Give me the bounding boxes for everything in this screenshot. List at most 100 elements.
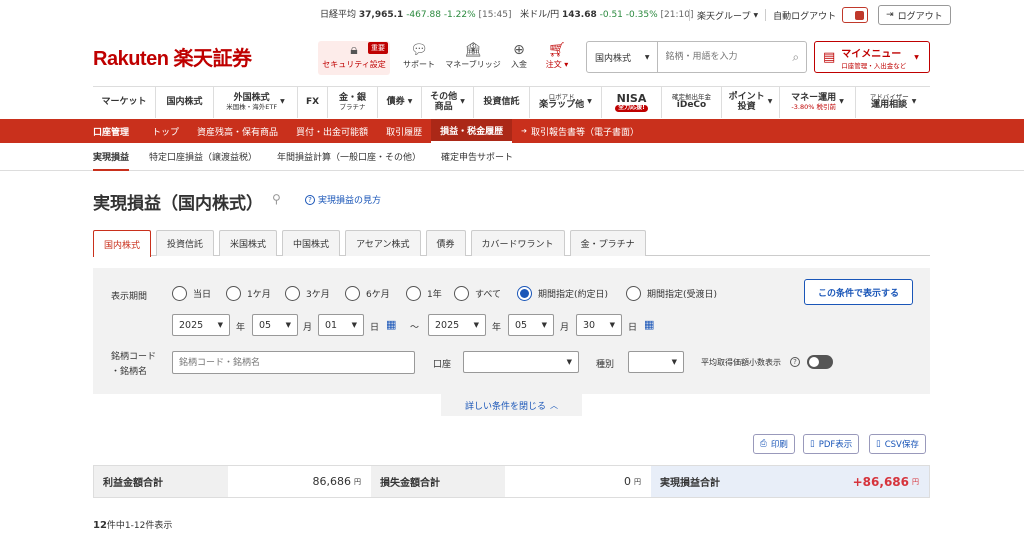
nav-other-products[interactable]: その他 商品 ▼ (421, 87, 473, 118)
subnav-realized-pl[interactable]: 実現損益 (93, 150, 130, 171)
product-tabs: 国内株式 投資信託 米国株式 中国株式 アセアン株式 債券 カバードワラント 金… (93, 230, 930, 257)
tab-china-stocks[interactable]: 中国株式 (282, 230, 341, 256)
subnav-specific-account[interactable]: 特定口座損益（譲渡益税） (149, 150, 257, 163)
type-select[interactable]: ▼ (628, 351, 684, 373)
apply-filter-button[interactable]: この条件で表示する (804, 279, 913, 305)
help-link-label: 実現損益の見方 (318, 196, 382, 206)
search-bar: 国内株式 ▼ ⌕ (586, 41, 807, 73)
to-month-select[interactable]: 05 ▼ (508, 314, 554, 336)
search-input[interactable] (657, 42, 786, 72)
decimal-display-label: 平均取得価額小数表示 (701, 358, 781, 367)
calendar-icon[interactable]: ▦ (644, 318, 658, 332)
account-management-title[interactable]: 口座管理 (93, 119, 143, 143)
page-title: 実現損益（国内株式） (93, 194, 263, 214)
arrow-right-icon: ➔ (521, 127, 527, 135)
redbar-top[interactable]: トップ (143, 119, 188, 143)
radio-1month[interactable]: 1ケ月 (226, 286, 271, 301)
radio-1year[interactable]: 1年 (406, 286, 442, 301)
lock-icon: 🔒︎ (350, 42, 358, 58)
nav-roboadvisor[interactable]: ロボアド 楽ラップ他 ▼ (529, 87, 601, 118)
printer-icon: ⎙ (760, 439, 767, 449)
security-label: セキュリティ設定 (322, 60, 386, 69)
from-month-select[interactable]: 05 ▼ (252, 314, 298, 336)
realized-total-value: +86,686 円 (791, 466, 929, 497)
top-right-controls: 楽天グループ ▼ 自動ログアウト ⇥ ログアウト (682, 5, 951, 25)
profit-total-value: 86,686 円 (228, 466, 371, 497)
document-icon: ▯ (876, 439, 881, 449)
nav-domestic-stocks[interactable]: 国内株式 (155, 87, 213, 118)
radio-today[interactable]: 当日 (172, 286, 211, 301)
redbar-reports[interactable]: ➔ 取引報告書等（電子書面） (512, 119, 648, 143)
document-icon: ▯ (810, 439, 815, 449)
bookmark-clip-icon[interactable]: ⚲ (272, 192, 281, 206)
usdjpy-value: 143.68 (562, 10, 597, 20)
market-select[interactable]: 国内株式 ▼ (587, 42, 658, 72)
chevron-down-icon: ▼ (753, 11, 759, 19)
result-range-text: 件中1-12件表示 (106, 521, 173, 531)
chevron-down-icon: ▼ (914, 53, 919, 61)
nav-point-investment[interactable]: ポイント 投資 ▼ (721, 87, 779, 118)
calendar-icon[interactable]: ▦ (386, 318, 400, 332)
radio-6months[interactable]: 6ケ月 (345, 286, 390, 301)
usdjpy-pct: -0.35% (625, 10, 658, 20)
nav-ideco[interactable]: 確定拠出年金 iDeCo (661, 87, 721, 118)
nav-market[interactable]: マーケット (93, 87, 155, 118)
collapse-conditions-button[interactable]: 詳しい条件を閉じる ︿ (441, 394, 582, 416)
subnav-annual-pl[interactable]: 年間損益計算（一般口座・その他） (277, 150, 421, 163)
year-unit: 年 (492, 323, 502, 333)
nav-money-management[interactable]: マネー運用 -3.80% 税引前 ▼ (779, 87, 855, 118)
account-select[interactable]: ▼ (463, 351, 579, 373)
help-link[interactable]: ? 実現損益の見方 (305, 193, 381, 206)
search-icon[interactable]: ⌕ (786, 42, 806, 72)
tab-bonds[interactable]: 債券 (425, 230, 466, 256)
month-unit: 月 (560, 323, 570, 333)
nikkei-change: -467.88 (406, 10, 441, 20)
nav-nisa[interactable]: NISA 全力応援! (601, 87, 661, 118)
radio-3months[interactable]: 3ケ月 (285, 286, 330, 301)
nikkei-time: [15:45] (478, 10, 512, 20)
to-year-select[interactable]: 2025 ▼ (428, 314, 486, 336)
logout-icon: ⇥ (886, 10, 894, 20)
my-menu-button[interactable]: ▤ マイメニュー 口座管理・入出金など ▼ (814, 41, 930, 73)
stock-code-input[interactable] (172, 351, 415, 374)
tab-asean-stocks[interactable]: アセアン株式 (345, 230, 421, 256)
tab-investment-trusts[interactable]: 投資信託 (156, 230, 215, 256)
nav-foreign-stocks[interactable]: 外国株式 米国株・海外ETF ▼ (213, 87, 297, 118)
to-day-select[interactable]: 30 ▼ (576, 314, 622, 336)
redbar-buying-power[interactable]: 買付・出金可能額 (287, 119, 377, 143)
subnav-tax-return[interactable]: 確定申告サポート (441, 150, 513, 163)
radio-settlement-date-range[interactable]: 期間指定(受渡日) (626, 286, 717, 301)
rakuten-group-link[interactable]: 楽天グループ (697, 9, 750, 22)
code-label-line1: 銘柄コード (111, 352, 157, 362)
nav-advisor[interactable]: アドバイザー 運用相談 ▼ (855, 87, 930, 118)
csv-button[interactable]: ▯ CSV保存 (869, 434, 926, 454)
nav-gold-silver[interactable]: 金・銀 プラチナ (327, 87, 377, 118)
tab-covered-warrants[interactable]: カバードワラント (470, 230, 565, 256)
radio-trade-date-range[interactable]: 期間指定(約定日) (517, 286, 608, 301)
month-unit: 月 (303, 323, 313, 333)
my-menu-title: マイメニュー (841, 48, 902, 60)
tab-us-stocks[interactable]: 米国株式 (219, 230, 278, 256)
radio-all[interactable]: すべて (454, 286, 501, 301)
from-year-select[interactable]: 2025 ▼ (172, 314, 230, 336)
nav-fx[interactable]: FX (297, 87, 327, 118)
divider (765, 9, 767, 21)
tab-gold-platinum[interactable]: 金・プラチナ (569, 230, 646, 256)
nav-bonds[interactable]: 債券 ▼ (377, 87, 421, 118)
logout-button[interactable]: ⇥ ログアウト (878, 5, 951, 25)
tab-domestic-stocks[interactable]: 国内株式 (93, 230, 152, 257)
decimal-display-toggle[interactable] (807, 355, 833, 369)
redbar-assets[interactable]: 資産残高・保有商品 (188, 119, 287, 143)
order-button[interactable]: 🛒︎ 注文 ▾ (523, 41, 591, 75)
nav-investment-trusts[interactable]: 投資信託 (473, 87, 529, 118)
auto-logout-toggle[interactable] (842, 7, 869, 23)
pdf-button[interactable]: ▯ PDF表示 (803, 434, 860, 454)
redbar-trade-history[interactable]: 取引履歴 (377, 119, 431, 143)
from-day-select[interactable]: 01 ▼ (318, 314, 364, 336)
account-label: 口座 (433, 360, 452, 370)
range-tilde: 〜 (410, 323, 420, 333)
print-button[interactable]: ⎙ 印刷 (753, 434, 795, 454)
rakuten-securities-logo[interactable]: Rakuten 楽天証券 (93, 42, 252, 71)
question-icon[interactable]: ? (790, 357, 800, 367)
redbar-pl-tax-history[interactable]: 損益・税金履歴 (431, 119, 513, 143)
